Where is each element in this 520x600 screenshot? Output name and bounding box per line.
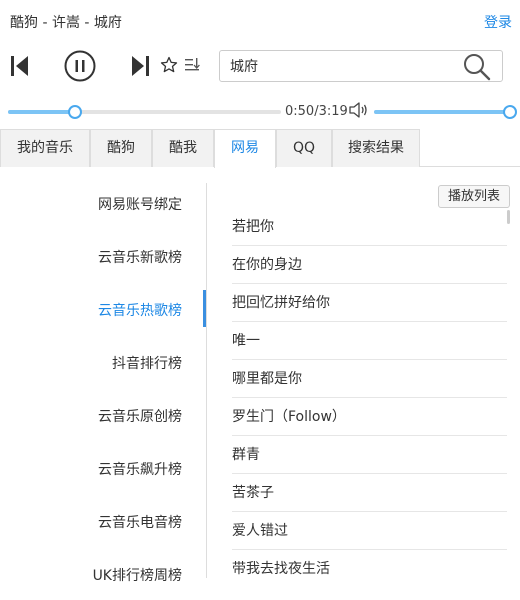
tab-my-music[interactable]: 我的音乐 (0, 129, 90, 167)
tab-qq[interactable]: QQ (276, 129, 332, 167)
login-link[interactable]: 登录 (484, 12, 512, 32)
volume-slider[interactable] (374, 105, 517, 119)
favorite-button[interactable] (160, 56, 178, 74)
song-item[interactable]: 群青 (232, 436, 507, 474)
volume-fill (374, 110, 510, 114)
tab-search-results[interactable]: 搜索结果 (332, 129, 420, 167)
sidebar-item-douyin-chart[interactable]: 抖音排行榜 (0, 353, 182, 373)
song-item[interactable]: 唯一 (232, 322, 507, 360)
playlist-button[interactable]: 播放列表 (438, 185, 510, 208)
sidebar-item-bind-account[interactable]: 网易账号绑定 (0, 194, 182, 214)
source-tabs: 我的音乐 酷狗 酷我 网易 QQ 搜索结果 (0, 129, 520, 168)
magnifier-icon (464, 54, 491, 81)
search-box (219, 50, 503, 82)
sidebar-active-indicator (203, 290, 206, 327)
sidebar-divider (206, 183, 207, 578)
pause-button[interactable] (64, 50, 96, 82)
tab-kuwo[interactable]: 酷我 (152, 129, 214, 167)
song-item[interactable]: 苦茶子 (232, 474, 507, 512)
previous-track-button[interactable] (10, 55, 30, 77)
volume-button[interactable] (348, 101, 368, 119)
song-item[interactable]: 罗生门（Follow） (232, 398, 507, 436)
sidebar-item-new-songs[interactable]: 云音乐新歌榜 (0, 247, 182, 267)
progress-slider[interactable] (8, 105, 281, 119)
next-track-button[interactable] (130, 55, 150, 77)
sidebar-item-rising-chart[interactable]: 云音乐飙升榜 (0, 459, 182, 479)
star-outline-icon (160, 56, 178, 73)
progress-fill (8, 110, 75, 114)
playlist-toggle-button[interactable] (184, 56, 200, 74)
search-input[interactable] (220, 51, 465, 81)
skip-next-icon (132, 56, 149, 76)
song-item[interactable]: 爱人错过 (232, 512, 507, 550)
playlist-icon (185, 58, 200, 71)
song-item[interactable]: 哪里都是你 (232, 360, 507, 398)
song-item[interactable]: 带我去找夜生活 (232, 550, 507, 578)
sidebar-item-original-chart[interactable]: 云音乐原创榜 (0, 406, 182, 426)
skip-previous-icon (11, 56, 28, 76)
volume-icon (349, 102, 367, 118)
tab-netease[interactable]: 网易 (214, 129, 276, 168)
now-playing-title: 酷狗 - 许嵩 - 城府 (10, 15, 122, 31)
search-button[interactable] (462, 52, 492, 82)
song-item[interactable]: 把回忆拼好给你 (232, 284, 507, 322)
sidebar-item-hot-songs[interactable]: 云音乐热歌榜 (0, 300, 182, 320)
tab-kugou[interactable]: 酷狗 (90, 129, 152, 167)
song-list-scrollbar[interactable] (507, 210, 510, 224)
song-item[interactable]: 若把你 (232, 208, 507, 246)
sidebar-item-uk-weekly[interactable]: UK排行榜周榜 (0, 565, 182, 585)
volume-handle[interactable] (503, 105, 517, 119)
pause-circle-icon (64, 50, 96, 82)
progress-handle[interactable] (67, 105, 82, 119)
song-item[interactable]: 在你的身边 (232, 246, 507, 284)
sidebar-item-electronic-chart[interactable]: 云音乐电音榜 (0, 512, 182, 532)
time-readout: 0:50/3:19 (285, 104, 348, 119)
